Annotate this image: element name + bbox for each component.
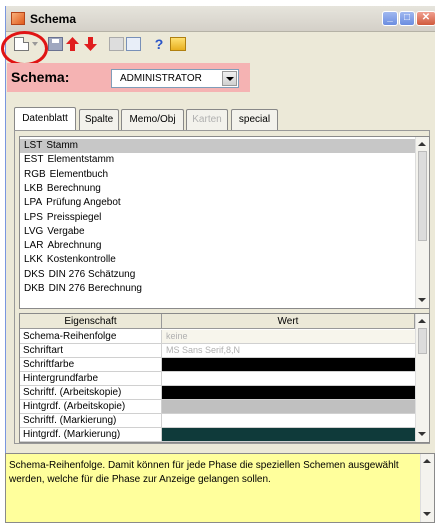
scroll-up-icon[interactable] (417, 316, 428, 327)
property-name: Schriftart (20, 344, 162, 357)
title-bar[interactable]: Schema _ □ ✕ (6, 6, 435, 32)
list-item-name: Abrechnung (47, 240, 102, 252)
property-name: Schriftf. (Arbeitskopie) (20, 386, 162, 399)
property-value[interactable]: keine (162, 330, 415, 343)
list-item[interactable]: DKS DIN 276 Schätzung (20, 268, 415, 282)
list-item-code: LPA (24, 197, 43, 209)
list-item-name: Vergabe (47, 225, 85, 237)
list-item-name: Prüfung Angebot (46, 197, 121, 209)
print-icon[interactable] (109, 37, 124, 51)
list-item-name: Berechnung (46, 182, 101, 194)
list-item-name: Elementstamm (47, 154, 115, 166)
maximize-button[interactable]: □ (399, 11, 415, 26)
schema-dropdown[interactable]: ADMINISTRATOR (111, 69, 239, 88)
property-value[interactable] (162, 386, 415, 399)
property-value[interactable] (162, 414, 415, 427)
save-icon[interactable] (48, 37, 63, 51)
print-preview-icon[interactable] (126, 37, 141, 51)
list-item-code: LAR (24, 240, 44, 252)
schema-dropdown-value: ADMINISTRATOR (120, 73, 202, 84)
list-item[interactable]: LPS Preisspiegel (20, 211, 415, 225)
list-item-code: DKS (24, 268, 45, 280)
list-item-code: LKK (24, 254, 43, 266)
description-panel: Schema-Reihenfolge. Damit können für jed… (5, 453, 435, 523)
list-item-code: EST (24, 154, 44, 166)
list-item-name: DIN 276 Berechnung (48, 283, 142, 294)
property-name: Schriftf. (Markierung) (20, 414, 162, 427)
tab-datenblatt[interactable]: Datenblatt (14, 107, 76, 130)
property-name: Hintgrdf. (Markierung) (20, 428, 162, 441)
list-item-code: LPS (24, 211, 43, 223)
tab-memo-obj[interactable]: Memo/Obj (121, 109, 184, 130)
list-item-code: LKB (24, 182, 43, 194)
list-item[interactable]: LVG Vergabe (20, 225, 415, 239)
table-row[interactable]: Schema-Reihenfolge keine (20, 330, 415, 344)
chevron-down-icon[interactable] (222, 71, 237, 86)
list-item[interactable]: RGB Elementbuch (20, 168, 415, 182)
property-value[interactable] (162, 358, 415, 371)
list-item-code: RGB (24, 168, 46, 180)
help-icon[interactable]: ? (153, 37, 165, 51)
list-item[interactable]: LKK Kostenkontrolle (20, 253, 415, 267)
tab-special[interactable]: special (231, 109, 278, 130)
list-item-code: LVG (24, 225, 44, 237)
window-title: Schema (30, 12, 77, 26)
move-down-icon[interactable] (84, 37, 97, 51)
list-item-name: DIN 276 Schätzung (48, 268, 136, 280)
property-name: Schriftfarbe (20, 358, 162, 371)
open-folder-icon[interactable] (170, 37, 186, 51)
list-item-name: Elementbuch (49, 168, 109, 180)
close-button[interactable]: ✕ (416, 11, 435, 26)
property-name: Hintgrdf. (Arbeitskopie) (20, 400, 162, 413)
property-name: Schema-Reihenfolge (20, 330, 162, 343)
scroll-thumb[interactable] (418, 328, 427, 354)
toolbar: ? (0, 30, 430, 58)
property-name: Hintergrundfarbe (20, 372, 162, 385)
scroll-thumb[interactable] (418, 151, 427, 241)
list-item-name: Stamm (46, 140, 79, 151)
table-row[interactable]: Schriftf. (Markierung) (20, 414, 415, 428)
list-item-name: Preisspiegel (46, 211, 102, 223)
tab-karten[interactable]: Karten (186, 109, 228, 130)
tab-spalte[interactable]: Spalte (79, 109, 119, 130)
scroll-down-icon[interactable] (417, 429, 428, 440)
table-row[interactable]: Schriftfarbe (20, 358, 415, 372)
app-icon (11, 12, 25, 25)
property-value[interactable] (162, 400, 415, 413)
table-row[interactable]: Hintergrundfarbe (20, 372, 415, 386)
list-item[interactable]: LPA Prüfung Angebot (20, 196, 415, 210)
property-value[interactable]: MS Sans Serif,8,N (162, 344, 415, 357)
table-row[interactable]: Hintgrdf. (Markierung) (20, 428, 415, 442)
list-item-code: LST (24, 140, 43, 151)
schema-list-scrollbar[interactable] (415, 137, 429, 308)
schema-list[interactable]: LST Stamm EST Elementstamm RGB Elementbuch LKB… (19, 136, 430, 309)
table-row[interactable]: Schriftart MS Sans Serif,8,N (20, 344, 415, 358)
minimize-button[interactable]: _ (382, 11, 398, 26)
column-header-wert[interactable]: Wert (162, 314, 415, 329)
list-item[interactable]: LAR Abrechnung (20, 239, 415, 253)
highlight-circle (1, 31, 48, 66)
description-text: Schema-Reihenfolge. Damit können für jed… (9, 460, 399, 485)
table-row[interactable]: Schriftf. (Arbeitskopie) (20, 386, 415, 400)
properties-scrollbar[interactable] (415, 314, 429, 442)
list-item[interactable]: LKB Berechnung (20, 182, 415, 196)
property-value[interactable] (162, 428, 415, 441)
list-item[interactable]: EST Elementstamm (20, 153, 415, 167)
schema-selector-bar: Schema: ADMINISTRATOR (7, 63, 250, 92)
properties-table[interactable]: Eigenschaft Wert Schema-Reihenfolge keine… (19, 313, 430, 443)
scroll-up-icon[interactable] (417, 139, 428, 150)
column-header-eigenschaft[interactable]: Eigenschaft (20, 314, 162, 329)
list-item[interactable]: DKB DIN 276 Berechnung (20, 282, 415, 296)
scroll-down-icon[interactable] (417, 295, 428, 306)
schema-label: Schema: (11, 69, 70, 85)
list-item-name: Kostenkontrolle (46, 254, 116, 266)
description-scrollbar[interactable] (420, 454, 434, 522)
scroll-down-icon[interactable] (422, 509, 433, 520)
move-up-icon[interactable] (66, 37, 79, 51)
list-item-code: DKB (24, 283, 45, 294)
scroll-up-icon[interactable] (422, 456, 433, 467)
list-item[interactable]: LST Stamm (20, 139, 415, 153)
property-value[interactable] (162, 372, 415, 385)
table-row[interactable]: Hintgrdf. (Arbeitskopie) (20, 400, 415, 414)
